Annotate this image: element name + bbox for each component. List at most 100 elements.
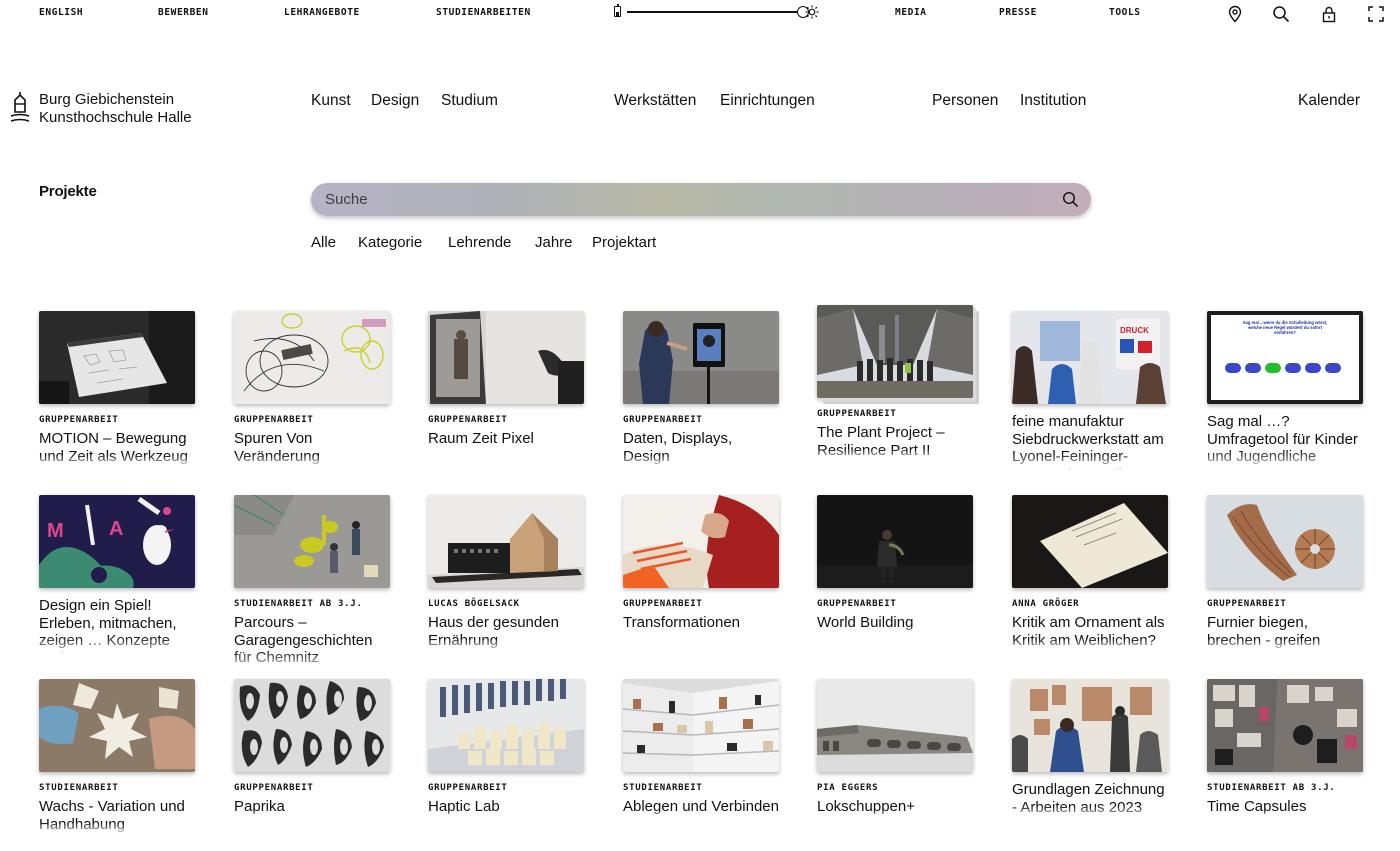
fullscreen-icon[interactable] [1367, 5, 1385, 23]
brightness-slider[interactable] [612, 4, 822, 20]
top-link-presse[interactable]: PRESSE [999, 7, 1037, 18]
project-category: GRUPPENARBEIT [623, 599, 703, 609]
project-card[interactable]: GRUPPENARBEIT World Building [817, 495, 975, 632]
project-thumbnail[interactable] [623, 311, 779, 404]
project-title[interactable]: Design ein Spiel! Erleben, mitmachen, ze… [39, 597, 197, 653]
top-link-lehrangebote[interactable]: LEHRANGEBOTE [284, 7, 360, 18]
project-thumbnail[interactable] [1207, 679, 1363, 772]
project-card[interactable]: Sag mal ...wenn du die Schulleitung wärs… [1207, 311, 1365, 466]
project-thumbnail[interactable] [234, 311, 390, 404]
project-card[interactable]: DRUCK feine manufaktur Siebdruckwerkstat… [1012, 311, 1170, 469]
project-title[interactable]: Spuren Von Veränderung [234, 430, 392, 465]
top-link-english[interactable]: ENGLISH [39, 7, 83, 18]
project-card[interactable]: Grundlagen Zeichnung - Arbeiten aus 2023 [1012, 679, 1170, 816]
project-thumbnail[interactable] [817, 495, 973, 588]
project-card[interactable]: M A Design ein Spiel! Erleben, mitmachen… [39, 495, 197, 653]
filter-projektart[interactable]: Projektart [592, 234, 656, 251]
project-card[interactable]: STUDIENARBEIT Ablegen und Verbinden [623, 679, 781, 816]
druck-poster-text: DRUCK [1120, 326, 1149, 335]
project-title[interactable]: Ablegen und Verbinden [623, 798, 781, 816]
project-category: GRUPPENARBEIT [39, 415, 119, 425]
project-title[interactable]: Paprika [234, 798, 392, 816]
project-title[interactable]: The Plant Project – Resilience Part II [817, 424, 975, 459]
project-card[interactable]: ANNA GRÖGER Kritik am Ornament als Kriti… [1012, 495, 1170, 649]
filter-lehrende[interactable]: Lehrende [448, 234, 511, 251]
filter-jahre[interactable]: Jahre [535, 234, 573, 251]
project-title[interactable]: Grundlagen Zeichnung - Arbeiten aus 2023 [1012, 781, 1170, 816]
search-icon[interactable] [1272, 5, 1290, 23]
project-thumbnail[interactable] [1012, 495, 1168, 588]
top-link-bewerben[interactable]: BEWERBEN [158, 7, 209, 18]
search-icon[interactable] [1062, 191, 1079, 208]
project-title[interactable]: MOTION – Bewegung und Zeit als Werkzeug [39, 430, 197, 465]
project-thumbnail[interactable]: M A [39, 495, 195, 588]
project-title[interactable]: Sag mal …? Umfragetool für Kinder und Ju… [1207, 413, 1365, 466]
project-title[interactable]: Parcours – Garagengeschichten für Chemni… [234, 614, 392, 667]
lock-icon[interactable] [1320, 5, 1338, 23]
project-card[interactable]: GRUPPENARBEIT The Plant Project – Resili… [817, 305, 975, 459]
nav-kalender[interactable]: Kalender [1298, 92, 1360, 110]
filter-kategorie[interactable]: Kategorie [358, 234, 422, 251]
project-thumbnail[interactable] [1012, 679, 1168, 772]
project-title[interactable]: Haptic Lab [428, 798, 586, 816]
project-card[interactable]: GRUPPENARBEIT Daten, Displays, Design [623, 311, 781, 465]
project-title[interactable]: Raum Zeit Pixel [428, 430, 586, 448]
project-thumbnail[interactable] [39, 679, 195, 772]
project-thumbnail[interactable]: DRUCK [1012, 311, 1168, 404]
location-pin-icon[interactable] [1226, 5, 1244, 23]
nav-design[interactable]: Design [371, 92, 419, 110]
brand-name[interactable]: Burg Giebichenstein Kunsthochschule Hall… [39, 91, 192, 127]
nav-kunst[interactable]: Kunst [311, 92, 351, 110]
project-card[interactable]: GRUPPENARBEIT Transformationen [623, 495, 781, 632]
project-title[interactable]: Furnier biegen, brechen - greifen [1207, 614, 1365, 649]
project-card[interactable]: GRUPPENARBEIT Paprika [234, 679, 392, 816]
project-thumbnail[interactable] [234, 679, 390, 772]
project-title[interactable]: Time Capsules [1207, 798, 1365, 816]
nav-einrichtungen[interactable]: Einrichtungen [720, 92, 815, 110]
project-thumbnail[interactable] [428, 311, 584, 404]
project-card[interactable]: GRUPPENARBEIT Furnier biegen, brechen - … [1207, 495, 1365, 649]
project-thumbnail[interactable] [428, 679, 584, 772]
top-link-tools[interactable]: TOOLS [1109, 7, 1141, 18]
brand-line-1: Burg Giebichenstein [39, 91, 175, 108]
thumb-letter-m: M [47, 520, 64, 542]
project-thumbnail[interactable]: Sag mal ...wenn du die Schulleitung wärs… [1207, 311, 1363, 404]
project-thumbnail[interactable] [817, 679, 973, 772]
project-thumbnail[interactable] [623, 679, 779, 772]
project-card[interactable]: STUDIENARBEIT AB 3.J. Parcours – Garagen… [234, 495, 392, 667]
project-card[interactable]: STUDIENARBEIT AB 3.J. Time Capsules [1207, 679, 1365, 816]
nav-studium[interactable]: Studium [441, 92, 498, 110]
burg-logo-icon[interactable] [10, 92, 30, 126]
project-card[interactable]: LUCAS BÖGELSACK Haus der gesunden Ernähr… [428, 495, 586, 649]
project-thumbnail[interactable] [428, 495, 584, 588]
project-card[interactable]: GRUPPENARBEIT Haptic Lab [428, 679, 586, 816]
nav-personen[interactable]: Personen [932, 92, 998, 110]
project-title[interactable]: Haus der gesunden Ernährung [428, 614, 586, 649]
project-title[interactable]: Lokschuppen+ [817, 798, 975, 816]
project-card[interactable]: GRUPPENARBEIT Spuren Von Veränderung [234, 311, 392, 465]
nav-werkstaetten[interactable]: Werkstätten [614, 92, 696, 110]
project-title[interactable]: Daten, Displays, Design [623, 430, 781, 465]
top-link-studienarbeiten[interactable]: STUDIENARBEITEN [436, 7, 531, 18]
search-bar[interactable] [311, 183, 1091, 216]
project-title[interactable]: World Building [817, 614, 975, 632]
project-thumbnail[interactable] [234, 495, 390, 588]
project-category: STUDIENARBEIT AB 3.J. [1207, 783, 1336, 793]
project-title[interactable]: feine manufaktur Siebdruckwerkstatt am L… [1012, 413, 1170, 469]
project-card[interactable]: GRUPPENARBEIT Raum Zeit Pixel [428, 311, 586, 448]
project-card[interactable]: STUDIENARBEIT Wachs - Variation und Hand… [39, 679, 197, 833]
search-input[interactable] [325, 189, 1025, 210]
project-thumbnail[interactable] [623, 495, 779, 588]
brightness-track[interactable] [627, 11, 803, 13]
filter-alle[interactable]: Alle [311, 234, 336, 251]
project-title[interactable]: Kritik am Ornament als Kritik am Weiblic… [1012, 614, 1170, 649]
top-link-media[interactable]: MEDIA [895, 7, 927, 18]
project-title[interactable]: Wachs - Variation und Handhabung [39, 798, 197, 833]
project-thumbnail[interactable] [1207, 495, 1363, 588]
project-thumbnail[interactable] [817, 305, 973, 398]
project-card[interactable]: GRUPPENARBEIT MOTION – Bewegung und Zeit… [39, 311, 197, 465]
nav-institution[interactable]: Institution [1020, 92, 1086, 110]
project-card[interactable]: PIA EGGERS Lokschuppen+ [817, 679, 975, 816]
project-thumbnail[interactable] [39, 311, 195, 404]
project-title[interactable]: Transformationen [623, 614, 781, 632]
